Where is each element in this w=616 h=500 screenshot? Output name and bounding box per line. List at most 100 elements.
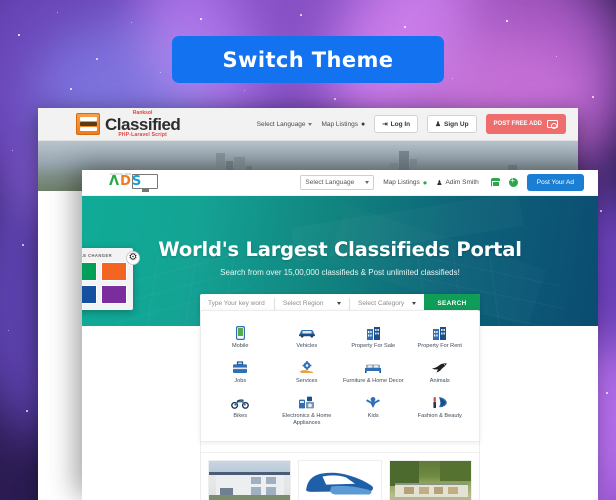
category-label: Property For Sale xyxy=(351,343,396,349)
kids-icon xyxy=(342,395,405,410)
swatch-blue[interactable] xyxy=(82,285,97,304)
back-signup-label: Sign Up xyxy=(443,120,469,128)
search-category-label: Select Category xyxy=(358,300,405,307)
category-grid-panel: Mobile Vehicles Property For Sale Proper… xyxy=(200,310,480,442)
back-language-label: Select Language xyxy=(256,120,306,128)
category-mobile[interactable]: Mobile xyxy=(207,321,274,356)
logo-main-text: Classified xyxy=(105,114,181,134)
category-label: Jobs xyxy=(234,378,247,384)
car-icon xyxy=(276,325,339,340)
category-electronics-home-appliances[interactable]: Electronics & Home Appliances xyxy=(274,391,341,433)
featured-card-car-listing[interactable] xyxy=(298,460,382,500)
chevron-down-icon xyxy=(308,122,313,126)
front-window-nav: Select Language Map Listings ● ♟ Adim Sm… xyxy=(300,174,584,191)
switch-theme-button[interactable]: Switch Theme xyxy=(172,36,444,83)
chevron-down-icon xyxy=(412,302,416,305)
swatch-purple[interactable] xyxy=(101,285,127,304)
ads-logo-d: D xyxy=(120,174,131,189)
motorbike-icon xyxy=(209,395,272,410)
category-fashion-beauty[interactable]: Fashion & Beauty xyxy=(407,391,474,433)
back-language-selector[interactable]: Select Language xyxy=(257,121,313,128)
category-label: Fashion & Beauty xyxy=(417,413,462,419)
hero-title: World's Largest Classifieds Portal xyxy=(158,238,522,261)
category-bikes[interactable]: Bikes xyxy=(207,391,274,433)
back-site-logo[interactable]: Ranksol Classified PHP-Laravel Script xyxy=(76,110,181,138)
featured-ads-cards xyxy=(201,453,479,500)
featured-card-house-listing[interactable] xyxy=(208,460,292,500)
front-post-your-ad-button[interactable]: Post Your Ad xyxy=(526,174,584,191)
back-post-free-ad-button[interactable]: POST FREE ADD xyxy=(485,114,566,134)
front-browser-window: RANKSOL WEB Λ D S Select Language Map Li… xyxy=(82,170,598,500)
chevron-down-icon xyxy=(365,181,370,184)
appliances-icon xyxy=(276,395,339,410)
style-gear-icon[interactable]: ⚙ xyxy=(126,251,140,265)
category-label: Vehicles xyxy=(296,343,318,349)
category-furniture-home-decor[interactable]: Furniture & Home Decor xyxy=(340,356,407,391)
category-row: Bikes Electronics & Home Appliances Kids… xyxy=(207,391,473,433)
back-login-button[interactable]: ⇥ Log In xyxy=(374,115,419,133)
front-user-menu[interactable]: ♟ Adim Smith xyxy=(436,179,482,187)
back-window-nav: Select Language Map Listings ● ⇥ Log In … xyxy=(257,114,566,134)
chevron-down-icon xyxy=(337,302,341,305)
swatch-orange[interactable] xyxy=(101,262,127,281)
front-window-header: RANKSOL WEB Λ D S Select Language Map Li… xyxy=(82,170,598,196)
front-language-selector[interactable]: Select Language xyxy=(300,175,375,190)
category-row: Mobile Vehicles Property For Sale Proper… xyxy=(207,321,473,356)
category-services[interactable]: Services xyxy=(274,356,341,391)
category-row: Jobs Services Furniture & Home Decor Ani… xyxy=(207,356,473,391)
back-window-header: Ranksol Classified PHP-Laravel Script Se… xyxy=(38,108,578,141)
ads-logo-a: Λ xyxy=(109,174,120,189)
user-icon: ♟ xyxy=(436,179,443,187)
camera-icon xyxy=(547,120,558,129)
back-map-listings-label: Map Listings xyxy=(321,120,358,128)
building-icon xyxy=(409,325,472,340)
featured-card-cabin-listing[interactable] xyxy=(388,460,472,500)
front-language-label: Select Language xyxy=(305,179,355,186)
category-property-for-rent[interactable]: Property For Rent xyxy=(407,321,474,356)
front-map-listings-label: Map Listings xyxy=(383,179,420,186)
category-label: Bikes xyxy=(233,413,248,419)
style-changer-panel[interactable]: STYLE CHANGER ⚙ xyxy=(82,248,140,310)
mail-icon[interactable] xyxy=(490,178,501,187)
map-pin-icon: ● xyxy=(422,178,428,187)
ads-logo-s: S xyxy=(131,174,142,189)
gear-hand-icon xyxy=(276,360,339,375)
category-label: Furniture & Home Decor xyxy=(342,378,404,384)
category-label: Electronics & Home Appliances xyxy=(282,413,332,426)
category-animals[interactable]: Animals xyxy=(407,356,474,391)
category-label: Animals xyxy=(429,378,450,384)
bird-icon xyxy=(409,360,472,375)
category-label: Mobile xyxy=(232,343,249,349)
house-listing-image xyxy=(209,461,291,500)
map-pin-icon: ● xyxy=(360,120,366,128)
bed-icon xyxy=(342,360,405,375)
category-label: Property For Rent xyxy=(417,343,462,349)
ads-logo[interactable]: RANKSOL WEB Λ D S xyxy=(108,173,160,193)
classified-badge-icon xyxy=(76,113,100,135)
back-login-label: Log In xyxy=(390,120,411,128)
login-icon: ⇥ xyxy=(382,121,388,128)
fashion-icon xyxy=(409,395,472,410)
category-kids[interactable]: Kids xyxy=(340,391,407,433)
back-signup-button[interactable]: ♟ Sign Up xyxy=(427,115,477,133)
category-jobs[interactable]: Jobs xyxy=(207,356,274,391)
category-property-for-sale[interactable]: Property For Sale xyxy=(340,321,407,356)
hero-subtitle: Search from over 15,00,000 classifieds &… xyxy=(220,268,460,277)
style-changer-title: STYLE CHANGER xyxy=(82,253,113,258)
front-user-label: Adim Smith xyxy=(445,179,479,186)
building-icon xyxy=(342,325,405,340)
swatch-green[interactable] xyxy=(82,262,97,281)
car-listing-image xyxy=(299,461,381,500)
mobile-icon xyxy=(209,325,272,340)
category-label: Kids xyxy=(367,413,379,419)
front-map-listings-link[interactable]: Map Listings ● xyxy=(383,178,427,187)
back-map-listings-link[interactable]: Map Listings ● xyxy=(321,121,365,128)
briefcase-icon xyxy=(209,360,272,375)
notification-icon[interactable] xyxy=(508,176,518,187)
user-plus-icon: ♟ xyxy=(435,121,441,128)
category-vehicles[interactable]: Vehicles xyxy=(274,321,341,356)
front-hero-banner: STYLE CHANGER ⚙ World's Largest Classifi… xyxy=(82,196,598,326)
style-swatch-grid xyxy=(82,262,127,304)
cabin-listing-image xyxy=(389,461,471,500)
monitor-stand-icon xyxy=(142,188,149,192)
